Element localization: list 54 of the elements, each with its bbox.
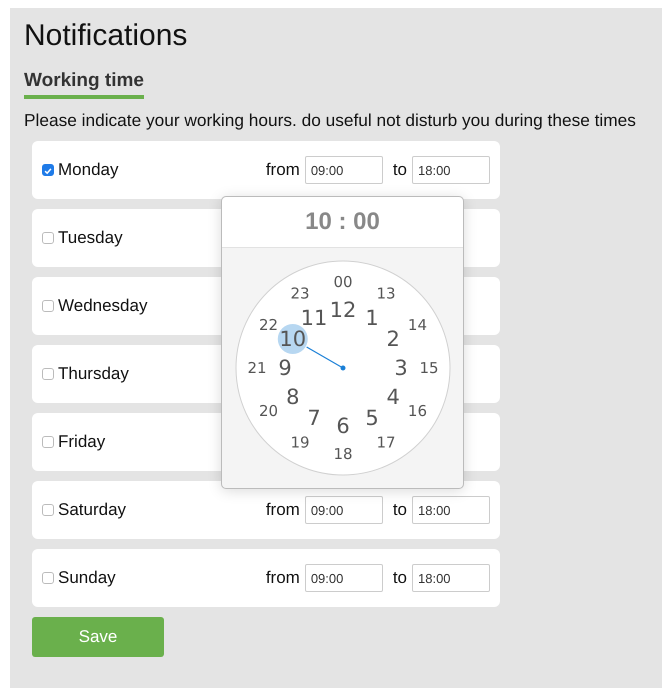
hour-option[interactable]: 22: [258, 316, 278, 334]
clock-hand[interactable]: [306, 346, 345, 370]
day-checkbox[interactable]: [42, 504, 54, 516]
to-label: to: [392, 568, 407, 588]
to-time-field[interactable]: 18:00: [412, 564, 490, 592]
hour-option[interactable]: 8: [286, 385, 299, 409]
day-label: Wednesday: [58, 296, 148, 316]
day-label: Thursday: [58, 364, 129, 384]
hour-option[interactable]: 10: [277, 324, 308, 354]
to-time-field[interactable]: 18:00: [412, 496, 490, 524]
hour-option[interactable]: 5: [364, 406, 378, 430]
hour-option[interactable]: 19: [290, 433, 310, 452]
hour-option[interactable]: 6: [336, 414, 350, 438]
hour-option[interactable]: 12: [329, 298, 356, 322]
hour-option[interactable]: 00: [332, 273, 352, 291]
day-checkbox[interactable]: [42, 572, 54, 584]
hour-option[interactable]: 9: [278, 356, 292, 380]
hour-option[interactable]: 3: [394, 356, 408, 380]
hour-option[interactable]: 1: [364, 306, 378, 330]
from-time-field[interactable]: 09:00: [304, 496, 383, 524]
hour-option[interactable]: 2: [386, 327, 400, 351]
hour-option[interactable]: 21: [246, 359, 266, 377]
hour-option[interactable]: 18: [332, 445, 352, 463]
to-label: to: [392, 500, 407, 520]
selected-time: 10 : 00: [305, 208, 380, 236]
hour-option[interactable]: 15: [418, 359, 438, 377]
hour-option[interactable]: 14: [407, 316, 427, 334]
from-time-field[interactable]: 09:00: [304, 156, 383, 184]
from-time-field[interactable]: 09:00: [304, 564, 383, 592]
to-label: to: [392, 160, 407, 180]
day-checkbox[interactable]: [42, 232, 54, 244]
day-label: Friday: [58, 432, 106, 452]
from-label: from: [266, 160, 300, 180]
hour-option[interactable]: 16: [407, 402, 427, 420]
from-label: from: [266, 500, 300, 520]
hour-option[interactable]: 7: [306, 406, 320, 430]
section-title: Working time: [24, 70, 144, 99]
description-text: Please indicate your working hours. do useful not disturb you during these times: [24, 110, 637, 131]
hour-option[interactable]: 20: [258, 402, 278, 420]
to-time-field[interactable]: 18:00: [412, 156, 490, 184]
day-label: Monday: [58, 160, 118, 180]
day-label: Tuesday: [58, 228, 123, 248]
day-checkbox[interactable]: [42, 368, 54, 380]
day-checkbox[interactable]: [42, 300, 54, 312]
day-checkbox[interactable]: [42, 436, 54, 448]
from-label: from: [266, 568, 300, 588]
page-title: Notifications: [24, 18, 188, 54]
hour-option[interactable]: 17: [376, 433, 396, 452]
day-label: Saturday: [58, 500, 126, 520]
day-checkbox[interactable]: [42, 164, 54, 176]
hour-option[interactable]: 13: [376, 284, 396, 303]
day-label: Sunday: [58, 568, 116, 588]
hour-option[interactable]: 4: [386, 385, 400, 409]
hour-option[interactable]: 23: [290, 284, 310, 303]
